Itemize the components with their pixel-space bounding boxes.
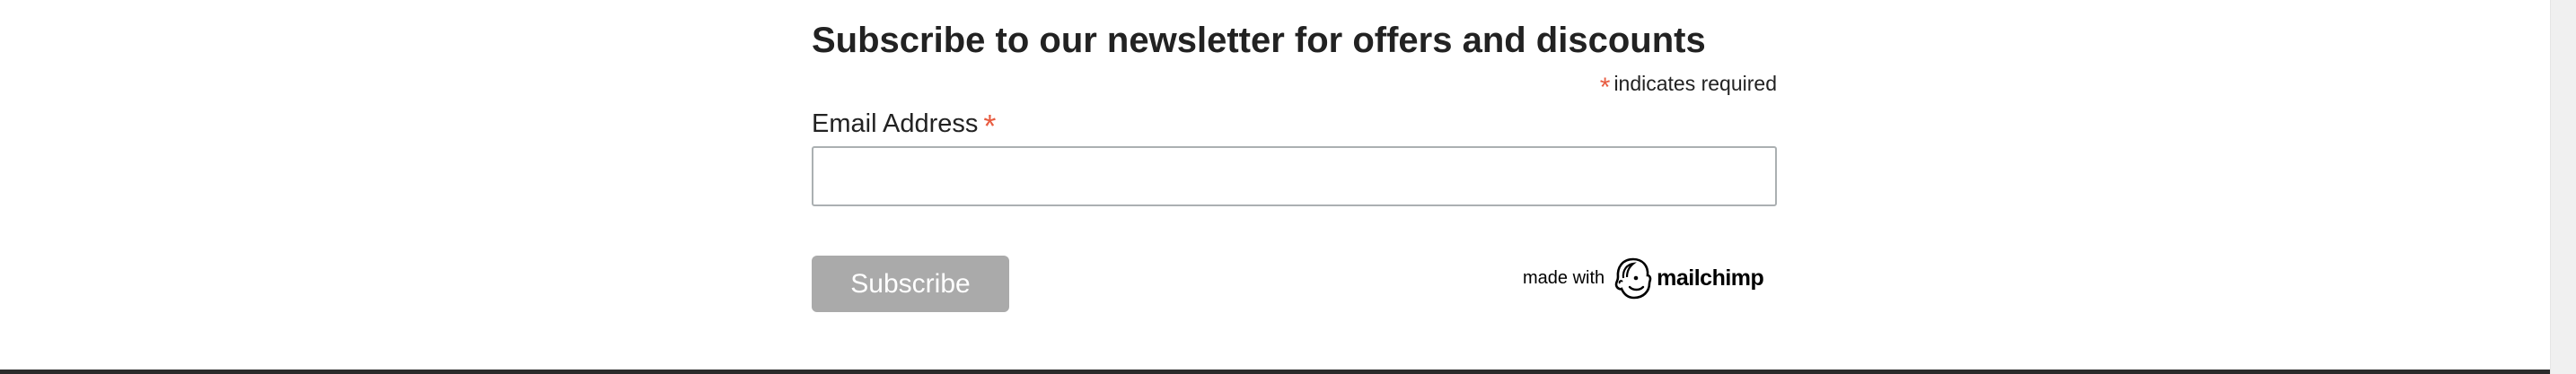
vertical-scrollbar[interactable]	[2550, 0, 2576, 374]
made-with-text: made with	[1523, 267, 1605, 288]
page: Subscribe to our newsletter for offers a…	[0, 0, 2576, 374]
footer-divider	[0, 370, 2550, 374]
email-input[interactable]	[812, 146, 1777, 206]
email-label-text: Email Address	[812, 109, 979, 138]
email-label: Email Address *	[812, 108, 999, 145]
email-required-asterisk: *	[983, 108, 997, 144]
newsletter-title: Subscribe to our newsletter for offers a…	[812, 21, 1706, 61]
subscribe-button[interactable]: Subscribe	[812, 256, 1009, 312]
mailchimp-wordmark: mailchimp	[1657, 265, 1764, 291]
required-note-text: indicates required	[1613, 72, 1777, 95]
required-asterisk: *	[1599, 73, 1611, 102]
required-note: * indicates required	[1347, 72, 1777, 103]
mailchimp-freddie-icon	[1614, 257, 1652, 300]
mailchimp-badge-link[interactable]: made with mailchimp	[1523, 256, 1764, 300]
